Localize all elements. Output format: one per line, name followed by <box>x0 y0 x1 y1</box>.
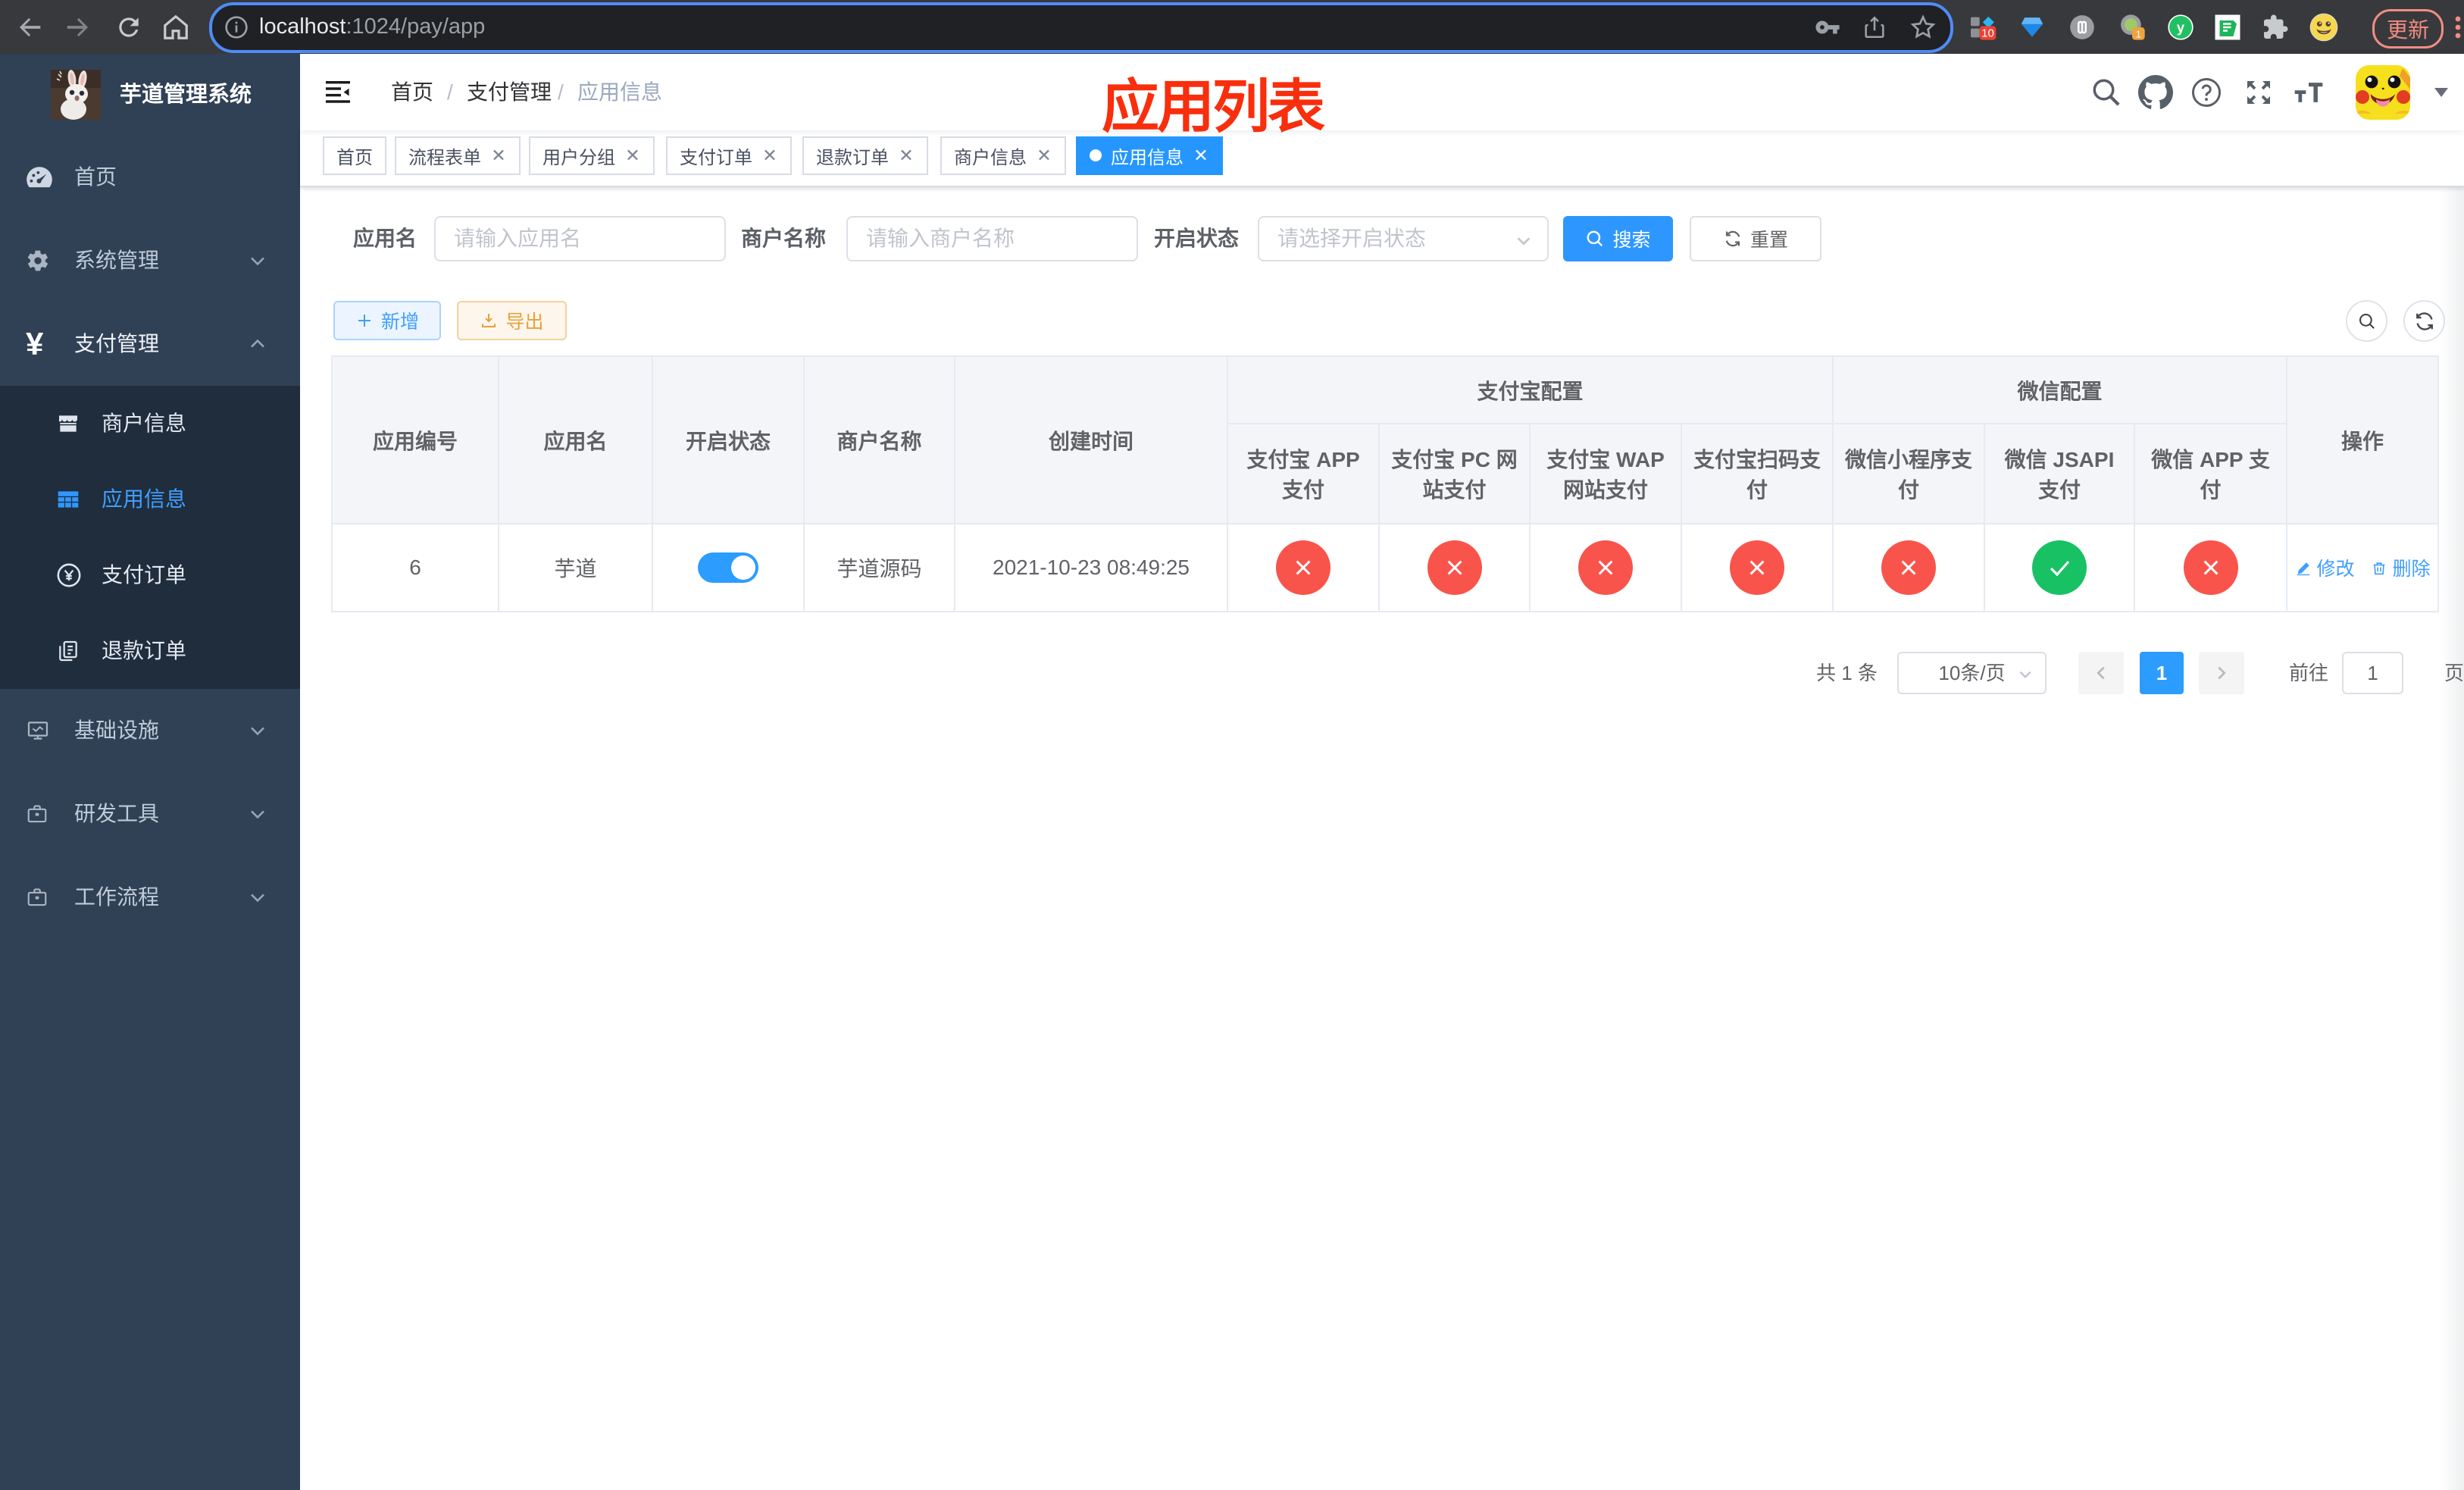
svg-text:1: 1 <box>2136 28 2141 39</box>
svg-text:y: y <box>2177 19 2185 35</box>
svg-text:10: 10 <box>1981 27 1994 39</box>
